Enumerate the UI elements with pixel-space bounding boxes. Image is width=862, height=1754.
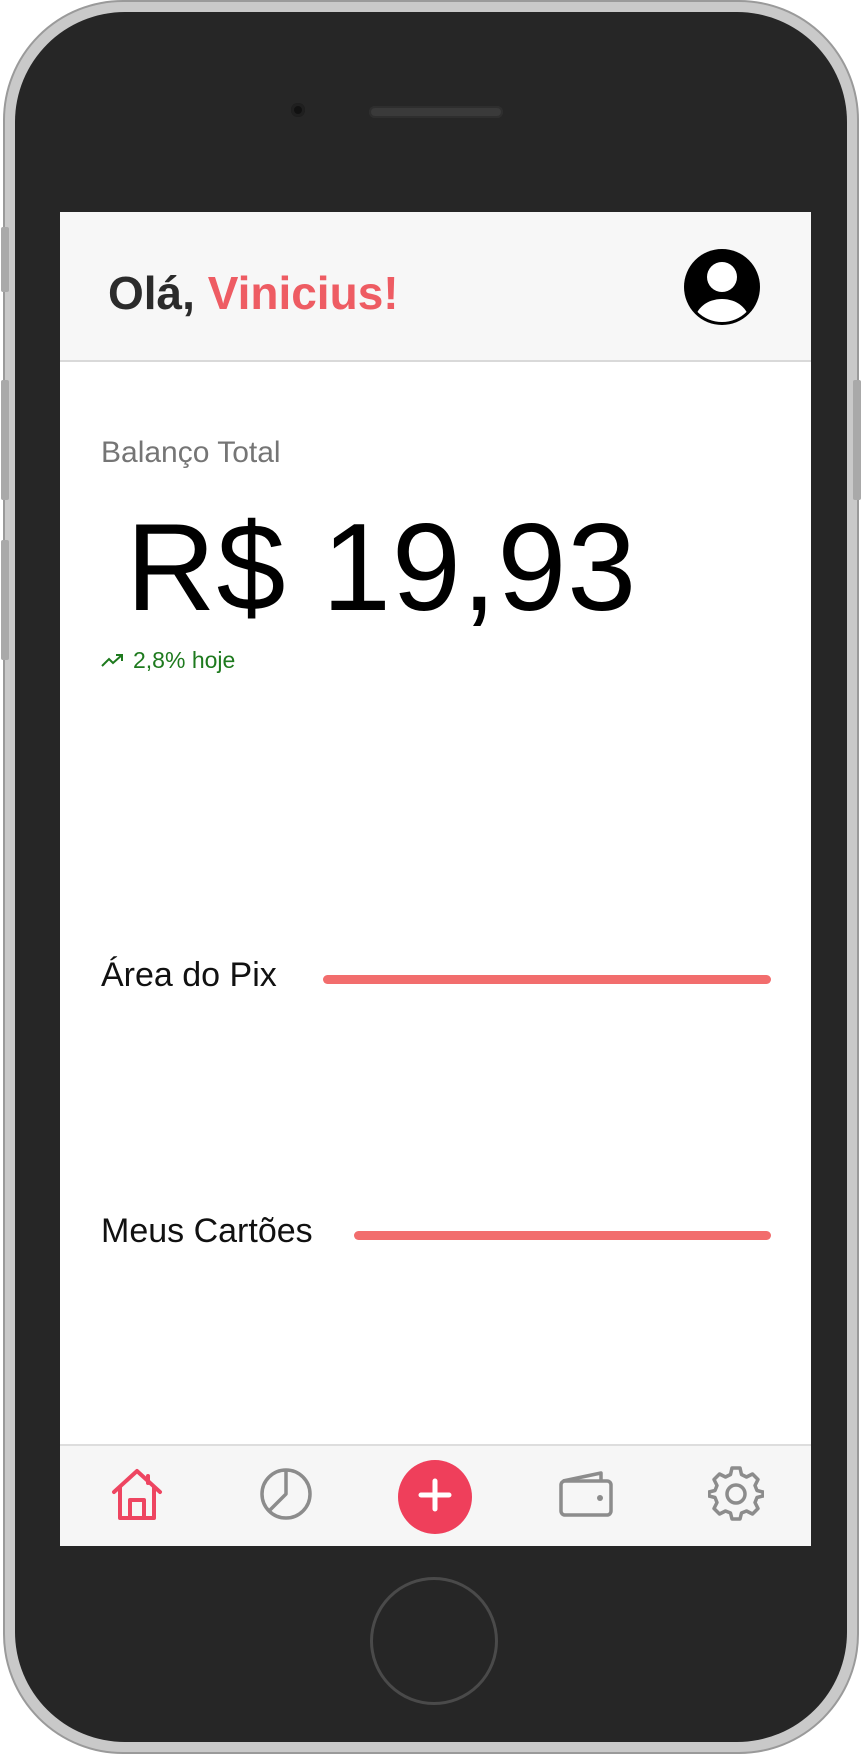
cards-section-header: Meus Cartões: [101, 1208, 771, 1258]
cards-section-divider: [354, 1231, 771, 1240]
trend-indicator: 2,8% hoje: [101, 647, 235, 674]
balance-label: Balanço Total: [101, 436, 281, 469]
front-camera: [291, 103, 305, 117]
nav-home[interactable]: [97, 1446, 177, 1546]
balance-value: R$ 19,93: [126, 499, 638, 637]
nav-reports[interactable]: [246, 1446, 326, 1546]
add-button[interactable]: [398, 1460, 472, 1534]
greeting-prefix: Olá,: [108, 267, 208, 319]
phone-frame: Olá, Vinicius! Balanço Total R$ 19,93 2,…: [1, 0, 861, 1754]
pix-section-divider: [323, 975, 771, 984]
user-circle-icon[interactable]: [682, 247, 762, 327]
trend-text: 2,8% hoje: [133, 647, 236, 673]
greeting: Olá, Vinicius!: [108, 266, 399, 320]
bottom-navigation: [60, 1444, 811, 1546]
gear-icon: [707, 1465, 765, 1527]
home-icon: [108, 1466, 166, 1527]
nav-settings[interactable]: [696, 1446, 776, 1546]
pie-chart-icon: [258, 1466, 314, 1527]
wallet-icon: [557, 1469, 615, 1524]
volume-down-button: [1, 540, 9, 660]
volume-up-button: [1, 380, 9, 500]
pix-section-title: Área do Pix: [101, 956, 277, 994]
trending-up-icon: [101, 647, 125, 674]
home-button[interactable]: [370, 1577, 498, 1705]
app-screen: Olá, Vinicius! Balanço Total R$ 19,93 2,…: [60, 212, 811, 1546]
cards-section-title: Meus Cartões: [101, 1212, 313, 1250]
nav-wallet[interactable]: [546, 1446, 626, 1546]
plus-icon: [417, 1477, 453, 1518]
pix-section-header: Área do Pix: [101, 952, 771, 1002]
earpiece-speaker: [369, 106, 503, 118]
mute-switch: [1, 227, 9, 292]
app-header: Olá, Vinicius!: [60, 212, 811, 362]
power-button: [853, 380, 861, 500]
user-name: Vinicius!: [207, 267, 399, 319]
